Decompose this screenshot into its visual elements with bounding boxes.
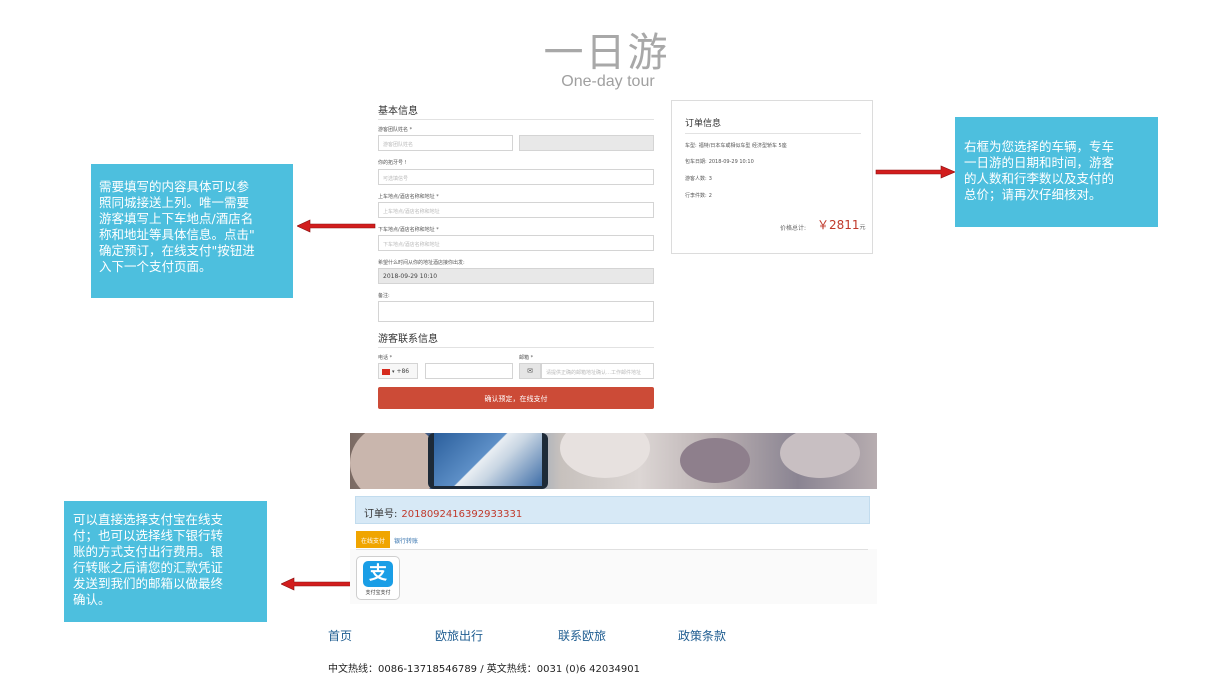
china-flag-icon xyxy=(382,368,390,375)
order-number-bar: 订单号: 2018092416392933331 xyxy=(355,496,870,524)
phone-label: 电话 * xyxy=(378,355,393,361)
divider xyxy=(378,347,654,348)
remark-label: 备注: xyxy=(378,293,390,299)
phone-code: +86 xyxy=(396,368,410,375)
date-row: 包车日期: 2018-09-29 10:10 xyxy=(685,159,754,165)
dropoff-label: 下车地点/酒店名称和地址 * xyxy=(378,227,439,233)
order-summary: 订单信息 车型: 福特/日本车或相似车型 经济型轿车 5座 包车日期: 2018-0… xyxy=(671,100,873,254)
alipay-label: 支付宝支付 xyxy=(365,590,391,596)
divider xyxy=(685,133,861,134)
name-input-secondary[interactable] xyxy=(519,135,654,151)
phone-map-image xyxy=(428,433,548,489)
order-summary-title: 订单信息 xyxy=(685,119,722,129)
country-code-select[interactable]: ▾ +86 xyxy=(378,363,418,379)
divider xyxy=(378,119,654,120)
phone-input[interactable] xyxy=(425,363,513,379)
time-label: 希望什么时间从你的地址酒店接你出发: xyxy=(378,260,465,266)
basic-info-heading: 基本信息 xyxy=(378,106,418,117)
page-subtitle: One-day tour xyxy=(561,73,655,90)
alipay-button[interactable]: 支 支付宝支付 xyxy=(356,556,400,600)
people-row: 游客人数: 3 xyxy=(685,176,712,182)
price-label: 价格总计: xyxy=(780,225,807,232)
name-input[interactable]: 游客团队姓名 xyxy=(378,135,513,151)
hotline-text: 中文热线：0086-13718546789 / 英文热线：0031 (0)6 4… xyxy=(328,664,641,675)
payment-area xyxy=(350,549,877,604)
note-order-summary: 右框为您选择的车辆，专车 一日游的日期和时间，游客 的人数和行李数以及支付的 总价；请… xyxy=(955,117,1158,227)
total-price: ￥2811元 xyxy=(817,218,866,232)
page-title: 一日游 xyxy=(543,30,670,76)
luggage-row: 行李件数: 2 xyxy=(685,193,712,199)
arrow-left-icon xyxy=(281,577,352,591)
tab-online-pay[interactable]: 在线支付 xyxy=(356,531,390,548)
booking-form: 基本信息 游客团队姓名 * 游客团队姓名 你的拓牙号 ! 可选填信号 上车地点/… xyxy=(368,96,668,414)
passport-input[interactable]: 可选填信号 xyxy=(378,169,654,185)
note-payment: 可以直接选择支付宝在线支 付；也可以选择线下银行转 账的方式支付出行费用。银 行转账之… xyxy=(64,501,267,622)
passport-label: 你的拓牙号 ! xyxy=(378,160,407,166)
alipay-icon: 支 xyxy=(363,561,393,587)
tab-bank-transfer[interactable]: 银行转账 xyxy=(394,536,418,545)
pickup-input[interactable]: 上车地点/酒店名称和地址 xyxy=(378,202,654,218)
banner-image xyxy=(350,433,877,489)
footer-link-policy[interactable]: 政策条款 xyxy=(678,627,726,644)
footer-link-travel[interactable]: 欧旅出行 xyxy=(435,627,483,644)
note-form-instructions: 需要填写的内容具体可以参 照同城接送上列。唯一需要 游客填写上下车地点/酒店名 称和地… xyxy=(91,164,293,298)
envelope-icon: ✉ xyxy=(519,363,541,379)
email-input[interactable]: 请提供正确的邮箱地址确认…工作邮件地址 xyxy=(541,363,654,379)
car-row: 车型: 福特/日本车或相似车型 经济型轿车 5座 xyxy=(685,143,787,149)
name-label: 游客团队姓名 * xyxy=(378,127,413,133)
pickup-time-field[interactable]: 2018-09-29 10:10 xyxy=(378,268,654,284)
pickup-label: 上车地点/酒店名称和地址 * xyxy=(378,194,439,200)
divider xyxy=(356,549,868,550)
footer-link-home[interactable]: 首页 xyxy=(328,627,352,644)
dropoff-input[interactable]: 下车地点/酒店名称和地址 xyxy=(378,235,654,251)
remark-textarea[interactable] xyxy=(378,301,654,322)
footer-link-contact[interactable]: 联系欧旅 xyxy=(558,627,606,644)
email-label: 邮箱 * xyxy=(519,355,534,361)
contact-heading: 游客联系信息 xyxy=(378,334,438,345)
confirm-pay-button[interactable]: 确认预定，在线支付 xyxy=(378,387,654,409)
arrow-right-icon xyxy=(875,165,955,179)
arrow-left-icon xyxy=(297,219,376,233)
